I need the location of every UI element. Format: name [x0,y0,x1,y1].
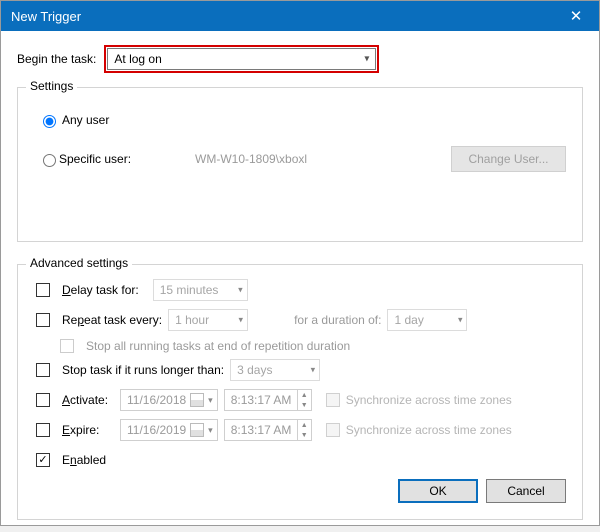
specific-user-radio-wrap: Specific user: [38,151,159,167]
activate-date-picker[interactable]: 11/16/2018 ▾ [120,389,218,411]
cancel-label: Cancel [507,484,544,498]
expire-date-picker[interactable]: 11/16/2019 ▾ [120,419,218,441]
chevron-down-icon: ▾ [458,315,463,326]
specific-user-value: WM-W10-1809\xboxl [177,152,433,166]
titlebar: New Trigger ✕ [1,1,599,31]
expire-time-picker[interactable]: 8:13:17 AM ▲▼ [224,419,312,441]
any-user-radio[interactable] [43,115,56,128]
enabled-label: Enabled [62,453,106,467]
activate-sync-checkbox[interactable] [326,393,340,407]
expire-row: Expire: 11/16/2019 ▾ 8:13:17 AM ▲▼ Synch… [36,419,570,441]
repeat-task-row: Repeat task every: 1 hour ▾ for a durati… [36,309,570,331]
specific-user-row: Specific user: WM-W10-1809\xboxl Change … [38,146,570,172]
stop-if-checkbox[interactable] [36,363,50,377]
expire-sync-wrap: Synchronize across time zones [326,423,512,437]
advanced-group-label: Advanced settings [26,256,132,270]
begin-task-highlight: At log on ▾ [104,45,379,73]
chevron-down-icon: ▾ [238,285,243,296]
calendar-icon [190,393,204,407]
chevron-down-icon: ▾ [311,365,316,376]
delay-task-row: Delay task for: 15 minutes ▾ [36,279,570,301]
expire-label: Expire: [62,423,114,437]
spinner-icon: ▲▼ [297,390,311,410]
any-user-label: Any user [62,113,109,127]
begin-task-row: Begin the task: At log on ▾ [17,45,583,73]
enabled-checkbox[interactable]: ✓ [36,453,50,467]
expire-time-value: 8:13:17 AM [231,423,292,437]
stop-all-checkbox[interactable] [60,339,74,353]
change-user-button[interactable]: Change User... [451,146,566,172]
duration-select[interactable]: 1 day ▾ [387,309,467,331]
cancel-button[interactable]: Cancel [486,479,566,503]
duration-label: for a duration of: [294,313,381,327]
expire-date-value: 11/16/2019 [127,423,186,437]
delay-task-value: 15 minutes [160,283,219,297]
stop-if-value: 3 days [237,363,272,377]
activate-sync-label: Synchronize across time zones [346,393,512,407]
stop-if-row: Stop task if it runs longer than: 3 days… [36,359,570,381]
ok-button[interactable]: OK [398,479,478,503]
chevron-down-icon: ▾ [364,54,369,65]
chevron-down-icon: ▾ [239,315,244,326]
settings-group-label: Settings [26,79,77,93]
specific-user-radio[interactable] [43,154,56,167]
chevron-down-icon: ▾ [208,395,213,406]
expire-sync-checkbox[interactable] [326,423,340,437]
stop-all-row: Stop all running tasks at end of repetit… [60,339,570,353]
begin-task-value: At log on [114,52,161,66]
enabled-row: ✓ Enabled [36,449,570,471]
delay-task-select[interactable]: 15 minutes ▾ [153,279,248,301]
chevron-down-icon: ▾ [208,425,213,436]
duration-value: 1 day [394,313,423,327]
begin-task-label: Begin the task: [17,52,96,66]
repeat-task-checkbox[interactable] [36,313,50,327]
repeat-task-select[interactable]: 1 hour ▾ [168,309,248,331]
repeat-task-value: 1 hour [175,313,209,327]
close-button[interactable]: ✕ [553,1,599,31]
dialog-new-trigger: New Trigger ✕ Begin the task: At log on … [0,0,600,526]
activate-label: Activate: [62,393,114,407]
delay-task-checkbox[interactable] [36,283,50,297]
delay-task-label: Delay task for: [62,283,139,297]
specific-user-label: Specific user: [59,152,159,166]
dialog-content: Begin the task: At log on ▾ Settings Any… [1,31,599,532]
any-user-row: Any user [38,112,570,128]
stop-if-label: Stop task if it runs longer than: [62,363,224,377]
activate-time-value: 8:13:17 AM [231,393,292,407]
begin-task-select[interactable]: At log on ▾ [107,48,376,70]
activate-sync-wrap: Synchronize across time zones [326,393,512,407]
window-title: New Trigger [11,9,553,24]
activate-row: Activate: 11/16/2018 ▾ 8:13:17 AM ▲▼ Syn… [36,389,570,411]
repeat-task-label: Repeat task every: [62,313,162,327]
expire-checkbox[interactable] [36,423,50,437]
settings-group: Settings Any user Specific user: WM-W10-… [17,87,583,242]
activate-checkbox[interactable] [36,393,50,407]
change-user-label: Change User... [468,152,548,166]
ok-label: OK [429,484,446,498]
expire-sync-label: Synchronize across time zones [346,423,512,437]
activate-time-picker[interactable]: 8:13:17 AM ▲▼ [224,389,312,411]
stop-all-label: Stop all running tasks at end of repetit… [86,339,350,353]
stop-if-select[interactable]: 3 days ▾ [230,359,320,381]
dialog-footer: OK Cancel [30,479,570,507]
calendar-icon [190,423,204,437]
spinner-icon: ▲▼ [297,420,311,440]
close-icon: ✕ [570,7,583,25]
activate-date-value: 11/16/2018 [127,393,186,407]
advanced-settings-group: Advanced settings Delay task for: 15 min… [17,264,583,520]
